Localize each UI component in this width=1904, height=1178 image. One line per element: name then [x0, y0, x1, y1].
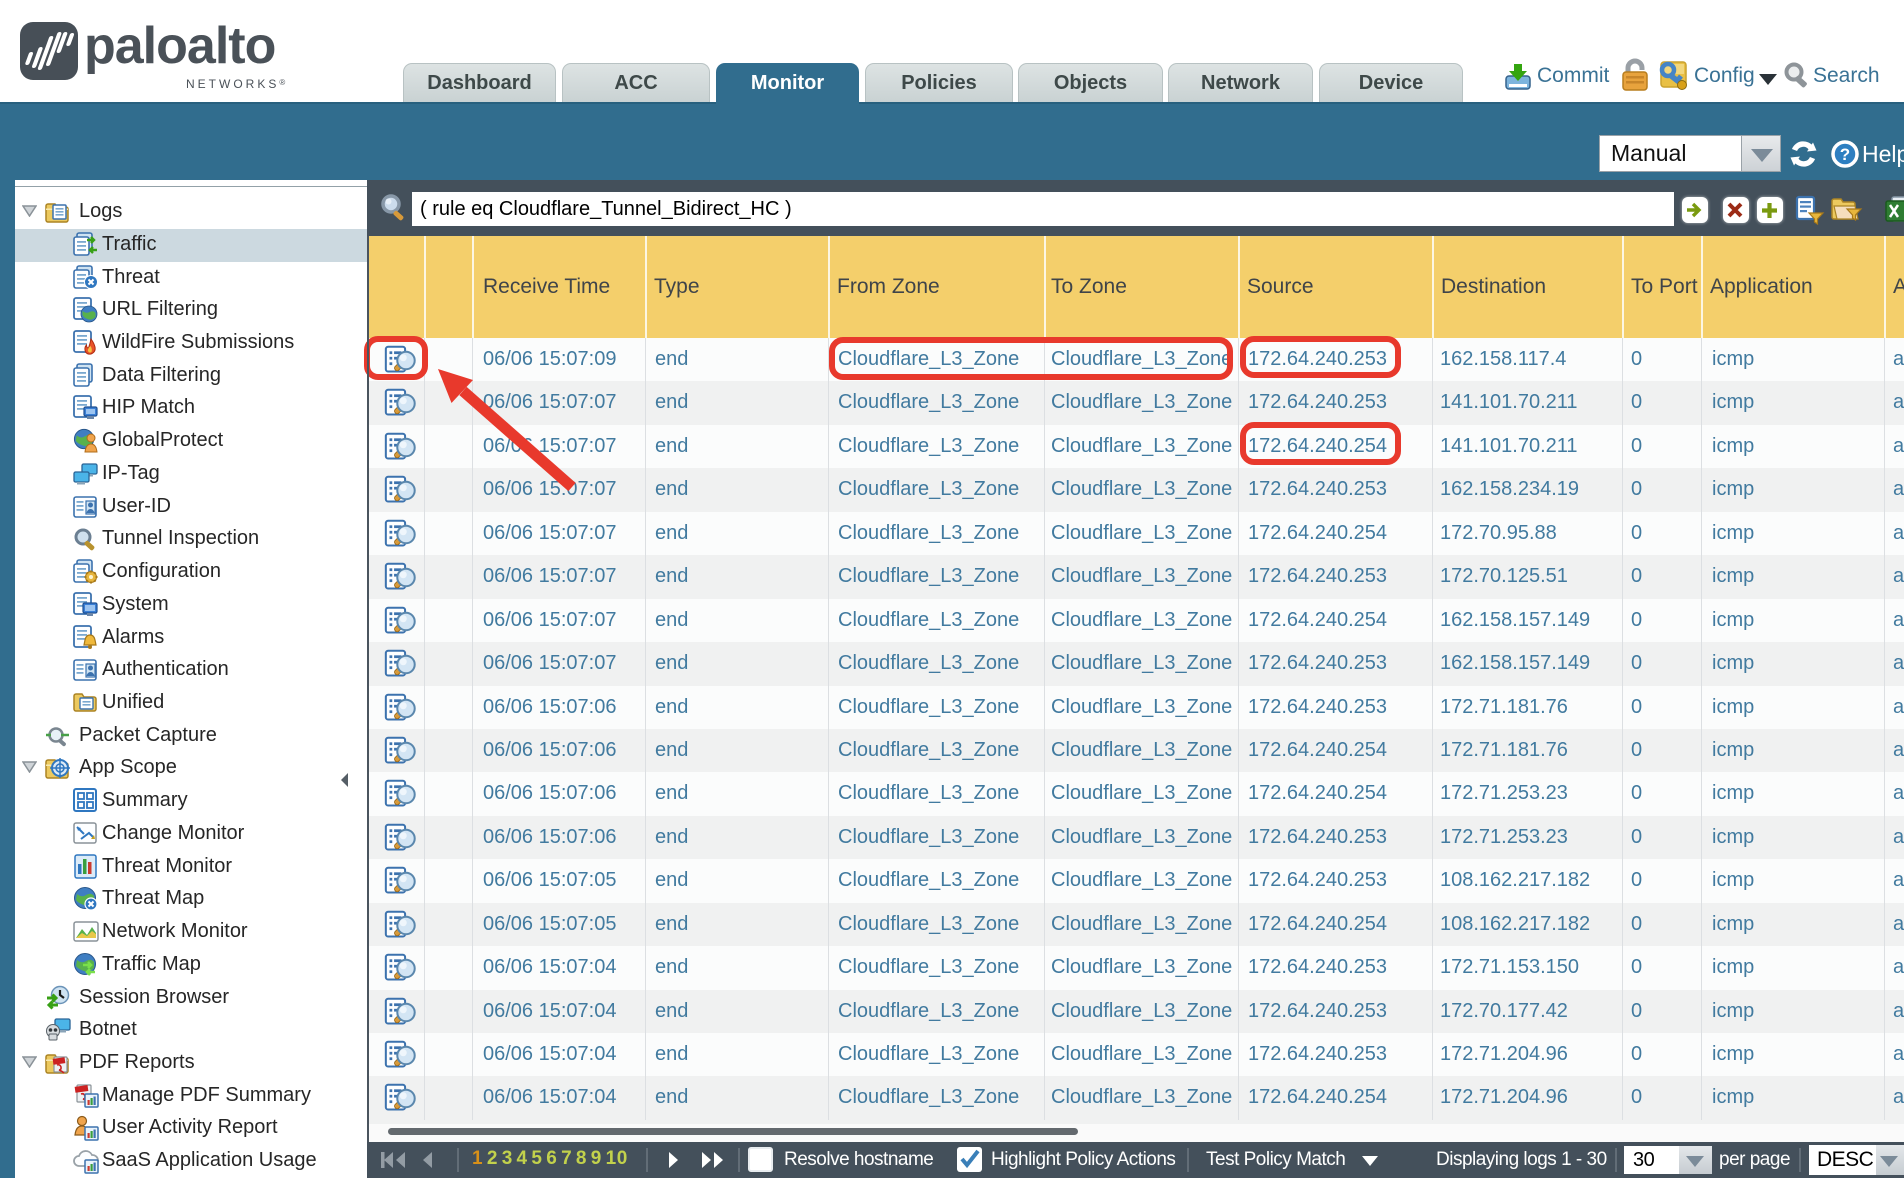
svg-text:?: ?	[1840, 145, 1850, 164]
